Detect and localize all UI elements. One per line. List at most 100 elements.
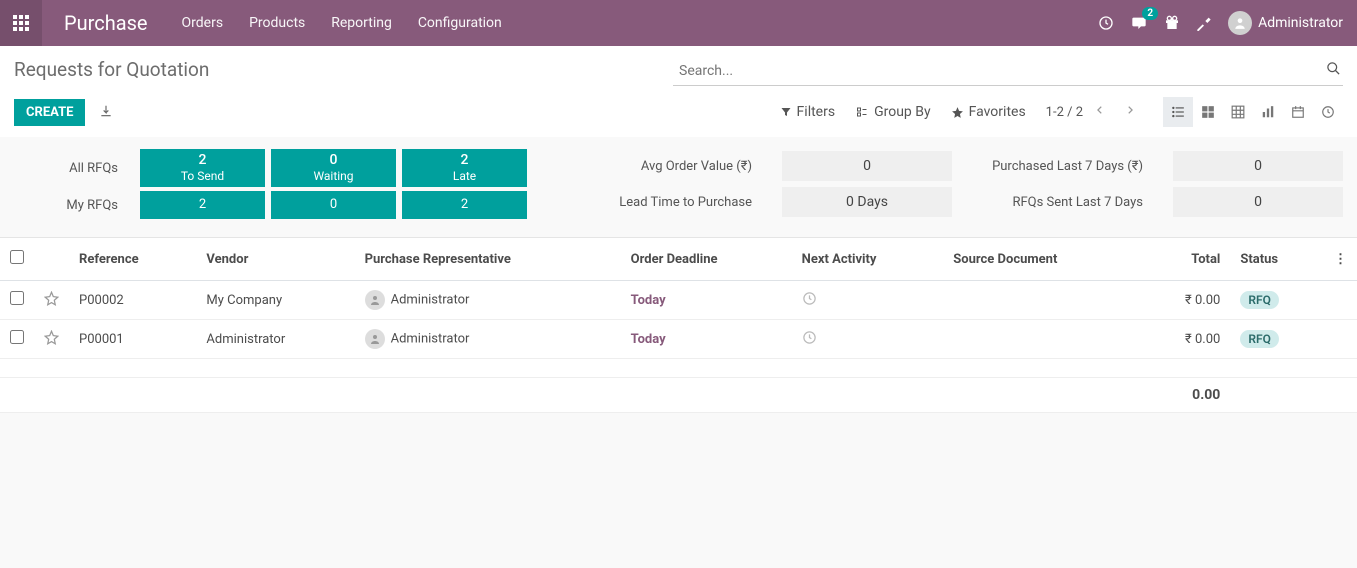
row-checkbox[interactable] bbox=[10, 330, 24, 344]
cell-vendor: Administrator bbox=[196, 320, 354, 359]
pager-next[interactable] bbox=[1117, 100, 1143, 124]
rfq-tosend-my[interactable]: 2 bbox=[140, 191, 265, 219]
page-title: Requests for Quotation bbox=[14, 56, 209, 87]
chevron-right-icon bbox=[1125, 104, 1135, 116]
cell-deadline: Today bbox=[621, 320, 792, 359]
cell-reference: P00001 bbox=[69, 320, 196, 359]
user-name: Administrator bbox=[1258, 15, 1343, 31]
kpi-avg-value: 0 bbox=[782, 151, 952, 181]
rfq-late-all[interactable]: 2Late bbox=[402, 149, 527, 187]
star-outline-icon bbox=[44, 330, 59, 345]
filter-icon bbox=[780, 106, 792, 118]
cell-total: ₹ 0.00 bbox=[1142, 281, 1230, 320]
nav-configuration[interactable]: Configuration bbox=[406, 3, 514, 43]
star-outline-icon bbox=[44, 291, 59, 306]
kpi-lead-value: 0 Days bbox=[782, 187, 952, 217]
groupby-icon bbox=[855, 106, 869, 118]
kpi-lead-label: Lead Time to Purchase bbox=[567, 195, 776, 210]
col-vendor[interactable]: Vendor bbox=[196, 238, 354, 281]
col-rep[interactable]: Purchase Representative bbox=[355, 238, 621, 281]
view-activity-button[interactable] bbox=[1313, 97, 1343, 127]
table-filler bbox=[0, 359, 1357, 378]
kpi-s7-label: RFQs Sent Last 7 Days bbox=[958, 195, 1167, 210]
search-icon[interactable] bbox=[1326, 61, 1341, 80]
row-star[interactable] bbox=[34, 281, 69, 320]
rfq-table: Reference Vendor Purchase Representative… bbox=[0, 238, 1357, 413]
view-pivot-button[interactable] bbox=[1223, 97, 1253, 127]
table-row[interactable]: P00002My CompanyAdministratorToday₹ 0.00… bbox=[0, 281, 1357, 320]
search-input[interactable] bbox=[673, 57, 1343, 85]
kpi-s7-value: 0 bbox=[1173, 187, 1343, 217]
col-status[interactable]: Status bbox=[1230, 238, 1324, 281]
col-deadline[interactable]: Order Deadline bbox=[621, 238, 792, 281]
view-kanban-button[interactable] bbox=[1193, 97, 1223, 127]
cell-source bbox=[943, 281, 1142, 320]
all-rfqs-label[interactable]: All RFQs bbox=[14, 149, 134, 187]
nav-products[interactable]: Products bbox=[237, 3, 317, 43]
user-menu[interactable]: Administrator bbox=[1228, 11, 1343, 35]
gift-icon[interactable] bbox=[1164, 15, 1180, 31]
topbar-right: 2 Administrator bbox=[1098, 11, 1357, 35]
favorites-button[interactable]: Favorites bbox=[951, 104, 1026, 120]
kpi-block: Avg Order Value (₹) 0 Purchased Last 7 D… bbox=[567, 149, 1343, 219]
row-star[interactable] bbox=[34, 320, 69, 359]
groupby-button[interactable]: Group By bbox=[855, 104, 931, 120]
kpi-avg-label: Avg Order Value (₹) bbox=[567, 159, 776, 174]
my-rfqs-label[interactable]: My RFQs bbox=[14, 191, 134, 219]
sub-header: Requests for Quotation CREATE Filters Gr… bbox=[0, 46, 1357, 137]
cell-rep: Administrator bbox=[355, 320, 621, 359]
col-options[interactable]: ⋮ bbox=[1324, 238, 1357, 281]
clock-outline-icon bbox=[1321, 105, 1335, 119]
top-bar: Purchase Orders Products Reporting Confi… bbox=[0, 0, 1357, 46]
download-button[interactable] bbox=[99, 103, 113, 122]
messages-badge: 2 bbox=[1142, 7, 1158, 20]
cell-activity[interactable] bbox=[792, 320, 944, 359]
rfq-summary: All RFQs 2To Send 0Waiting 2Late My RFQs… bbox=[14, 149, 527, 219]
cell-status: RFQ bbox=[1230, 281, 1324, 320]
calendar-icon bbox=[1291, 105, 1305, 119]
view-graph-button[interactable] bbox=[1253, 97, 1283, 127]
nav-orders[interactable]: Orders bbox=[170, 3, 236, 43]
graph-icon bbox=[1261, 105, 1275, 119]
pager-text[interactable]: 1-2 / 2 bbox=[1046, 105, 1083, 120]
view-list-button[interactable] bbox=[1163, 97, 1193, 127]
select-all-checkbox[interactable] bbox=[10, 250, 24, 264]
user-avatar-icon bbox=[1228, 11, 1252, 35]
col-source[interactable]: Source Document bbox=[943, 238, 1142, 281]
apps-icon bbox=[13, 15, 29, 31]
rfq-tosend-all[interactable]: 2To Send bbox=[140, 149, 265, 187]
cell-deadline: Today bbox=[621, 281, 792, 320]
chevron-left-icon bbox=[1095, 104, 1105, 116]
rep-avatar-icon bbox=[365, 290, 385, 310]
search-bar bbox=[673, 57, 1343, 86]
activity-clock-icon bbox=[802, 334, 817, 349]
view-calendar-button[interactable] bbox=[1283, 97, 1313, 127]
cell-activity[interactable] bbox=[792, 281, 944, 320]
nav-menu: Orders Products Reporting Configuration bbox=[170, 3, 514, 43]
pager-prev[interactable] bbox=[1087, 100, 1113, 124]
col-total[interactable]: Total bbox=[1142, 238, 1230, 281]
filters-button[interactable]: Filters bbox=[780, 104, 836, 120]
row-checkbox[interactable] bbox=[10, 291, 24, 305]
table-row[interactable]: P00001AdministratorAdministratorToday₹ 0… bbox=[0, 320, 1357, 359]
messages-icon[interactable]: 2 bbox=[1130, 15, 1148, 31]
grand-total: 0.00 bbox=[1142, 378, 1230, 413]
cell-rep: Administrator bbox=[355, 281, 621, 320]
create-button[interactable]: CREATE bbox=[14, 99, 85, 126]
status-badge: RFQ bbox=[1240, 330, 1279, 348]
activity-icon[interactable] bbox=[1098, 15, 1114, 31]
app-brand[interactable]: Purchase bbox=[42, 11, 170, 35]
tools-icon[interactable] bbox=[1196, 15, 1212, 31]
pivot-icon bbox=[1231, 105, 1245, 119]
cell-reference: P00002 bbox=[69, 281, 196, 320]
activity-clock-icon bbox=[802, 295, 817, 310]
rfq-waiting-all[interactable]: 0Waiting bbox=[271, 149, 396, 187]
rfq-late-my[interactable]: 2 bbox=[402, 191, 527, 219]
kpi-p7-value: 0 bbox=[1173, 151, 1343, 181]
stats-strip: All RFQs 2To Send 0Waiting 2Late My RFQs… bbox=[0, 137, 1357, 238]
nav-reporting[interactable]: Reporting bbox=[319, 3, 404, 43]
col-reference[interactable]: Reference bbox=[69, 238, 196, 281]
rfq-waiting-my[interactable]: 0 bbox=[271, 191, 396, 219]
col-activity[interactable]: Next Activity bbox=[792, 238, 944, 281]
apps-menu-button[interactable] bbox=[0, 0, 42, 46]
